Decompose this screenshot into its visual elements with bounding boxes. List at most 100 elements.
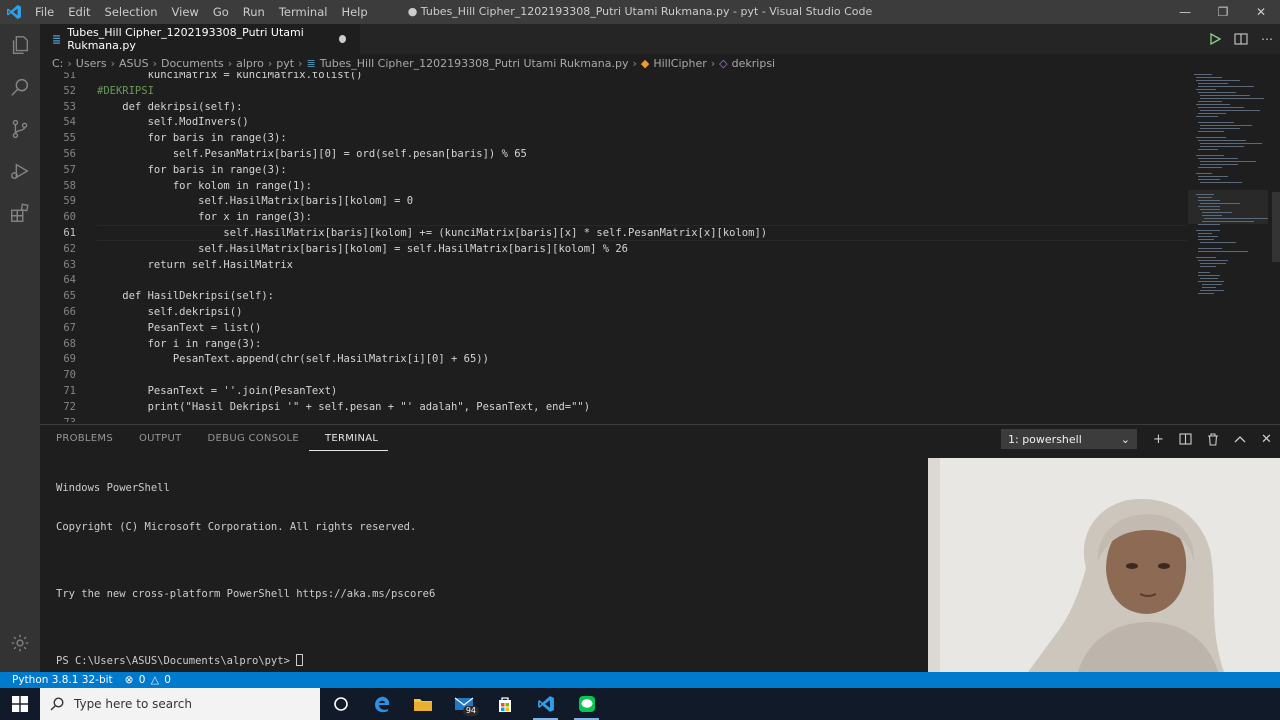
vscode-taskbar-icon[interactable] [525, 688, 566, 720]
split-terminal-icon[interactable] [1172, 433, 1199, 445]
line-number: 70 [63, 369, 76, 382]
line-number: 67 [63, 321, 76, 334]
close-panel-icon[interactable]: ✕ [1253, 432, 1280, 447]
window-controls: — ❐ ✕ [1166, 0, 1280, 24]
code-line: for x in range(3): [97, 211, 312, 224]
store-icon[interactable] [484, 688, 525, 720]
explorer-icon[interactable] [0, 24, 40, 66]
editor-tab[interactable]: ≣ Tubes_Hill Cipher_1202193308_Putri Uta… [40, 24, 360, 54]
terminal-selector[interactable]: 1: powershell ⌄ [1001, 429, 1137, 449]
restore-icon[interactable]: ❐ [1204, 0, 1242, 24]
line-number: 71 [63, 385, 76, 397]
menu-go[interactable]: Go [206, 0, 236, 24]
code-line: def HasilDekripsi(self): [97, 290, 275, 303]
run-file-icon[interactable] [1202, 33, 1228, 45]
new-terminal-icon[interactable]: + [1145, 432, 1172, 447]
minimap[interactable] [1188, 72, 1268, 422]
code-line: self.dekripsi() [97, 306, 243, 318]
terminal-output[interactable]: Windows PowerShell Copyright (C) Microso… [56, 455, 435, 695]
warning-count: 0 [164, 674, 171, 686]
line-number: 72 [63, 400, 76, 413]
breadcrumb-item[interactable]: Tubes_Hill Cipher_1202193308_Putri Utami… [320, 57, 629, 70]
code-line: return self.HasilMatrix [97, 258, 293, 271]
tab-label: Tubes_Hill Cipher_1202193308_Putri Utami… [67, 26, 304, 52]
breadcrumb-item[interactable]: Documents [161, 57, 224, 70]
breadcrumb-item[interactable]: ASUS [119, 57, 149, 70]
line-number: 62 [63, 242, 76, 255]
windows-start-icon[interactable] [0, 688, 40, 720]
code-line: PesanText = ''.join(PesanText) [97, 385, 338, 397]
source-control-icon[interactable] [0, 108, 40, 150]
breadcrumb-item[interactable]: C: [52, 57, 63, 70]
line-number: 57 [63, 163, 76, 176]
tab-problems[interactable]: PROBLEMS [40, 425, 123, 453]
line-number: 52 [63, 84, 76, 97]
menu-terminal[interactable]: Terminal [272, 0, 335, 24]
warning-icon: △ [150, 674, 159, 686]
panel-actions: 1: powershell ⌄ + ✕ [1001, 429, 1280, 449]
taskbar-search-box[interactable]: Type here to search [40, 688, 320, 720]
line-app-icon[interactable] [566, 688, 607, 720]
code-editor[interactable]: 51 52 53 54 55 56 57 58 59 60 61 62 63 6… [40, 72, 1280, 422]
extensions-icon[interactable] [0, 192, 40, 234]
editor-tab-bar: ≣ Tubes_Hill Cipher_1202193308_Putri Uta… [40, 24, 1280, 54]
terminal-cursor [296, 654, 304, 667]
tab-terminal[interactable]: TERMINAL [309, 428, 389, 451]
error-icon: ⊗ [124, 674, 134, 686]
close-icon[interactable]: ✕ [1242, 0, 1280, 24]
windows-taskbar: Type here to search 94 [0, 688, 1280, 720]
line-number: 65 [63, 290, 76, 303]
menu-bar: File Edit Selection View Go Run Terminal… [28, 0, 375, 24]
breadcrumb-item[interactable]: alpro [236, 57, 264, 70]
problems-indicator[interactable]: ⊗ 0 △ 0 [119, 674, 179, 686]
menu-run[interactable]: Run [236, 0, 272, 24]
chevron-down-icon: ⌄ [1120, 432, 1130, 446]
breadcrumb-item[interactable]: Users [76, 57, 107, 70]
menu-file[interactable]: File [28, 0, 61, 24]
breadcrumb-item[interactable]: dekripsi [732, 57, 775, 70]
line-number: 68 [63, 337, 76, 350]
error-count: 0 [138, 674, 146, 686]
more-actions-icon[interactable]: ⋯ [1254, 32, 1280, 46]
menu-selection[interactable]: Selection [98, 0, 165, 24]
run-debug-icon[interactable] [0, 150, 40, 192]
edge-browser-icon[interactable] [361, 688, 402, 720]
line-number: 53 [63, 100, 76, 113]
line-number: 54 [63, 116, 76, 129]
title-bar: File Edit Selection View Go Run Terminal… [0, 0, 1280, 24]
taskbar-search-placeholder: Type here to search [74, 697, 192, 711]
minimize-icon[interactable]: — [1166, 0, 1204, 24]
line-number: 51 [63, 72, 76, 81]
menu-help[interactable]: Help [334, 0, 374, 24]
code-line: kunciMatrix = kunciMatrix.tolist() [97, 72, 363, 81]
menu-edit[interactable]: Edit [61, 0, 97, 24]
trash-icon[interactable] [1199, 432, 1226, 446]
manage-gear-icon[interactable] [0, 622, 40, 664]
terminal-prompt: PS C:\Users\ASUS\Documents\alpro\pyt> [56, 655, 297, 668]
unsaved-dot-icon[interactable] [338, 35, 346, 43]
breadcrumb-item[interactable]: HillCipher [653, 57, 706, 70]
python-interpreter[interactable]: Python 3.8.1 32-bit [0, 674, 119, 686]
tab-output[interactable]: OUTPUT [123, 425, 192, 453]
search-icon[interactable] [0, 66, 40, 108]
menu-view[interactable]: View [165, 0, 206, 24]
split-editor-icon[interactable] [1228, 33, 1254, 45]
code-line: self.HasilMatrix[baris][kolom] = 0 [97, 195, 414, 208]
line-number: 64 [63, 274, 76, 287]
line-number: 69 [63, 353, 76, 366]
terminal-line: Windows PowerShell [56, 481, 170, 494]
file-explorer-icon[interactable] [402, 688, 443, 720]
line-number: 66 [63, 306, 76, 318]
code-line: for baris in range(3): [97, 132, 287, 145]
tab-debug-console[interactable]: DEBUG CONSOLE [192, 425, 309, 453]
cortana-icon[interactable] [320, 688, 361, 720]
code-line: def dekripsi(self): [97, 100, 243, 113]
breadcrumb-item[interactable]: pyt [276, 57, 294, 70]
line-number: 61 [63, 227, 76, 239]
maximize-panel-icon[interactable] [1226, 435, 1253, 443]
code-line: PesanText.append(chr(self.HasilMatrix[i]… [97, 353, 489, 366]
mail-icon[interactable]: 94 [443, 688, 484, 720]
search-icon [50, 697, 64, 711]
editor-scrollbar[interactable] [1272, 192, 1280, 262]
line-number: 56 [63, 148, 76, 160]
